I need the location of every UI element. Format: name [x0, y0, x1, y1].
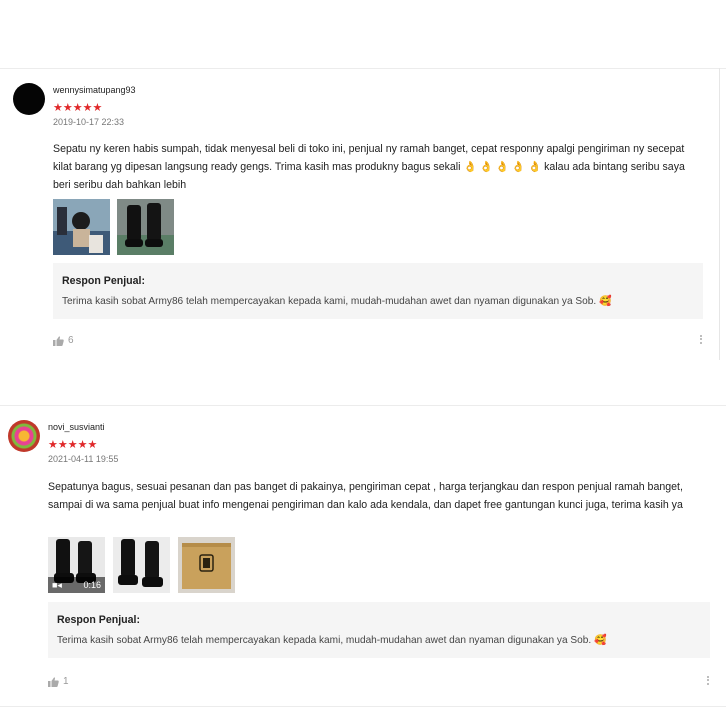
- video-duration-badge: ■◂ 0:16: [48, 577, 105, 593]
- thumbs-up-icon: [53, 335, 64, 346]
- like-count: 6: [68, 335, 74, 346]
- avatar[interactable]: [13, 83, 45, 115]
- star-rating: ★★★★★: [53, 102, 103, 114]
- review-photo-thumbnail[interactable]: [178, 537, 235, 593]
- seller-response-title: Respon Penjual:: [57, 614, 140, 626]
- divider: [0, 360, 726, 405]
- review-photo-thumbnail[interactable]: [113, 537, 170, 593]
- review-video-thumbnail[interactable]: ■◂ 0:16: [48, 537, 105, 593]
- divider: [719, 68, 720, 360]
- seller-response-text: Terima kasih sobat Army86 telah memperca…: [62, 296, 612, 307]
- more-vertical-icon[interactable]: [707, 674, 710, 686]
- thumbs-up-icon: [48, 676, 59, 687]
- review-text: Sepatu ny keren habis sumpah, tidak meny…: [53, 143, 685, 191]
- review-card: wennysimatupang93 ★★★★★ 2019-10-17 22:33…: [0, 68, 726, 362]
- video-camera-icon: ■◂: [52, 579, 62, 590]
- review-text: Sepatunya bagus, sesuai pesanan dan pas …: [48, 481, 683, 511]
- review-photo-thumbnail[interactable]: [117, 199, 174, 255]
- reviewer-name: wennysimatupang93: [53, 85, 136, 95]
- review-card: novi_susvianti ★★★★★ 2021-04-11 19:55 Se…: [0, 405, 726, 707]
- review-date: 2021-04-11 19:55: [48, 454, 119, 464]
- seller-response-title: Respon Penjual:: [62, 275, 145, 287]
- smiling-hearts-emoji: 🥰: [598, 296, 612, 307]
- more-vertical-icon[interactable]: [700, 333, 703, 345]
- avatar[interactable]: [8, 420, 40, 452]
- like-button[interactable]: 1: [48, 676, 69, 687]
- like-count: 1: [63, 676, 69, 687]
- like-button[interactable]: 6: [53, 335, 74, 346]
- seller-response: Respon Penjual: Terima kasih sobat Army8…: [48, 602, 710, 658]
- seller-response-text: Terima kasih sobat Army86 telah memperca…: [57, 635, 607, 646]
- review-photo-thumbnail[interactable]: [53, 199, 110, 255]
- seller-response: Respon Penjual: Terima kasih sobat Army8…: [53, 263, 703, 319]
- reviewer-name: novi_susvianti: [48, 422, 105, 432]
- review-date: 2019-10-17 22:33: [53, 117, 125, 127]
- ok-hand-emoji: 👌 👌 👌 👌 👌: [463, 161, 542, 173]
- smiling-hearts-emoji: 🥰: [593, 635, 607, 646]
- star-rating: ★★★★★: [48, 439, 98, 451]
